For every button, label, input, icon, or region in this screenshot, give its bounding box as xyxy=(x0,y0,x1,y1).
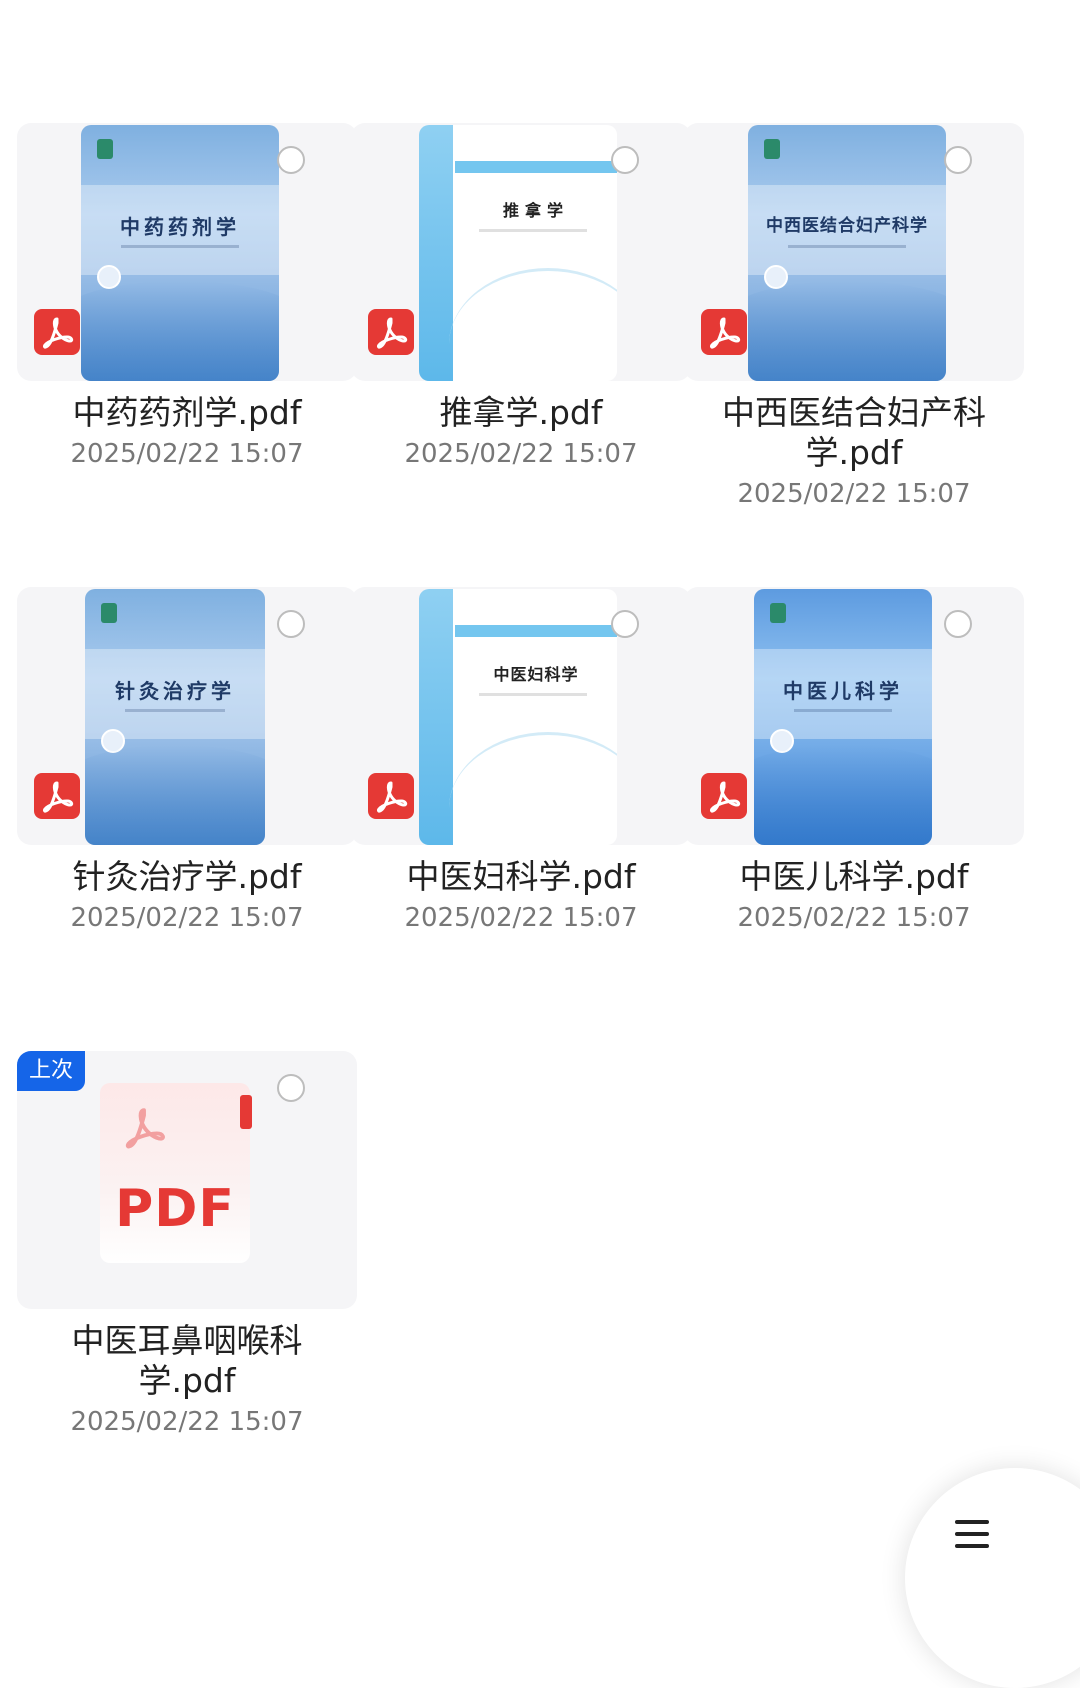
file-name: 中西医结合妇产科学.pdf xyxy=(722,393,986,472)
file-name: 中医妇科学.pdf xyxy=(406,857,636,896)
file-date: 2025/02/22 15:07 xyxy=(70,439,304,469)
file-name: 推拿学.pdf xyxy=(439,393,603,432)
file-thumbnail[interactable]: 中药药剂学 xyxy=(17,123,357,381)
select-checkbox[interactable] xyxy=(277,1074,305,1102)
cover-title: 中药药剂学 xyxy=(120,215,240,239)
file-thumbnail[interactable]: 针灸治疗学 xyxy=(17,587,357,845)
pdf-icon xyxy=(368,773,414,819)
pdf-icon xyxy=(34,773,80,819)
select-checkbox[interactable] xyxy=(944,146,972,174)
cover-title: 中医妇科学 xyxy=(493,665,579,684)
select-checkbox[interactable] xyxy=(944,610,972,638)
book-cover: 中医儿科学 xyxy=(754,589,932,845)
file-thumbnail[interactable]: 推拿学 xyxy=(351,123,691,381)
select-checkbox[interactable] xyxy=(611,146,639,174)
file-thumbnail[interactable]: PDF 上次 xyxy=(17,1051,357,1309)
pdf-icon xyxy=(701,773,747,819)
file-thumbnail[interactable]: 中医妇科学 xyxy=(351,587,691,845)
file-name: 中药药剂学.pdf xyxy=(72,393,302,432)
cover-title: 中西医结合妇产科学 xyxy=(766,216,928,236)
file-thumbnail[interactable]: 中医儿科学 xyxy=(684,587,1024,845)
select-checkbox[interactable] xyxy=(277,610,305,638)
file-date: 2025/02/22 15:07 xyxy=(404,903,638,933)
cover-title: 推拿学 xyxy=(502,201,569,220)
cover-title: 针灸治疗学 xyxy=(115,679,235,703)
book-cover: 中医妇科学 xyxy=(419,589,617,845)
pdf-icon xyxy=(368,309,414,355)
file-date: 2025/02/22 15:07 xyxy=(404,439,638,469)
menu-button[interactable] xyxy=(905,1468,1080,1688)
pdf-icon xyxy=(701,309,747,355)
pdf-file-icon: PDF xyxy=(100,1083,252,1263)
cover-title: 中医儿科学 xyxy=(783,679,903,703)
file-date: 2025/02/22 15:07 xyxy=(737,903,971,933)
file-name: 中医耳鼻咽喉科学.pdf xyxy=(71,1321,303,1400)
pdf-label: PDF xyxy=(115,1179,235,1239)
recent-badge: 上次 xyxy=(17,1051,85,1091)
select-checkbox[interactable] xyxy=(277,146,305,174)
select-checkbox[interactable] xyxy=(611,610,639,638)
book-cover: 推拿学 xyxy=(419,125,617,381)
file-date: 2025/02/22 15:07 xyxy=(70,903,304,933)
pdf-icon xyxy=(34,309,80,355)
book-cover: 中西医结合妇产科学 xyxy=(748,125,946,381)
menu-icon xyxy=(955,1520,989,1548)
book-cover: 中药药剂学 xyxy=(81,125,279,381)
file-date: 2025/02/22 15:07 xyxy=(737,479,971,509)
file-name: 中医儿科学.pdf xyxy=(739,857,969,896)
file-thumbnail[interactable]: 中西医结合妇产科学 xyxy=(684,123,1024,381)
file-date: 2025/02/22 15:07 xyxy=(70,1407,304,1437)
book-cover: 针灸治疗学 xyxy=(85,589,265,845)
file-name: 针灸治疗学.pdf xyxy=(72,857,302,896)
